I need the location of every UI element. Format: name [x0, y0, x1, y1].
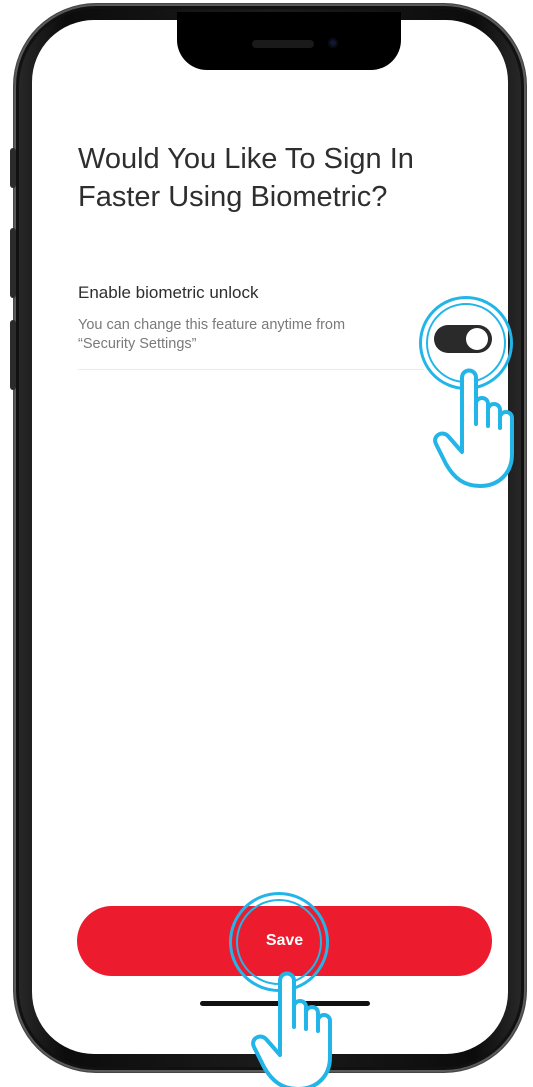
stage: Would You Like To Sign In Faster Using B…: [0, 0, 533, 1087]
biometric-option-description: You can change this feature anytime from…: [78, 317, 346, 352]
tap-hand-icon: [251, 971, 332, 1087]
earpiece-speaker: [252, 40, 314, 48]
page-title: Would You Like To Sign In Faster Using B…: [78, 143, 414, 213]
front-camera: [328, 38, 338, 48]
volume-up-button: [10, 228, 16, 298]
silent-switch: [10, 148, 16, 188]
tap-hand-icon: [433, 368, 514, 488]
biometric-toggle[interactable]: [434, 325, 492, 353]
volume-down-button: [10, 320, 16, 390]
biometric-option-label: Enable biometric unlock: [78, 283, 259, 302]
toggle-knob: [466, 328, 488, 350]
option-divider: [78, 369, 424, 370]
